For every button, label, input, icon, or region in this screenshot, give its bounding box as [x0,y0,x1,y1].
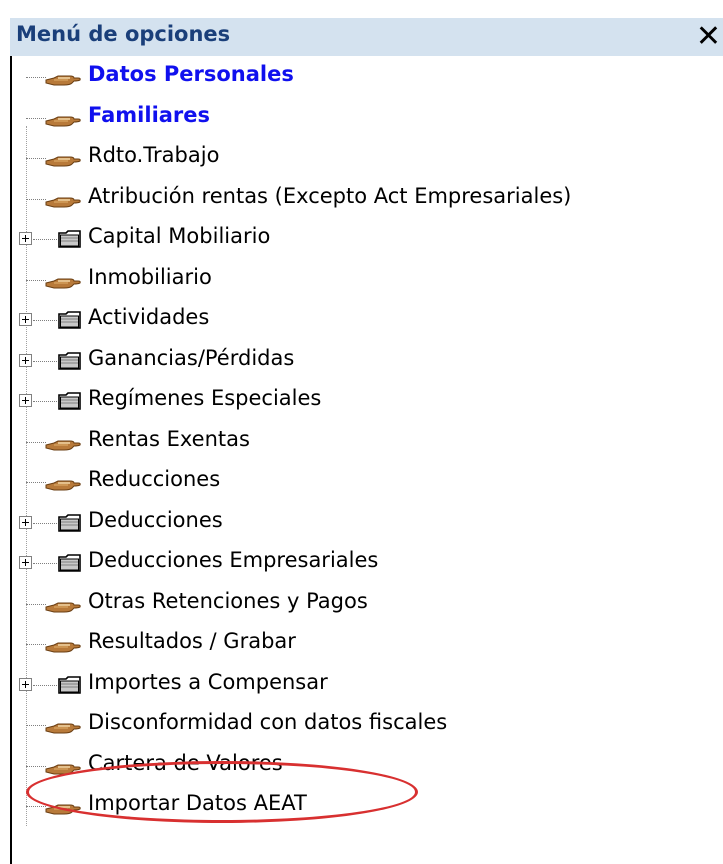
options-menu-panel: Menú de opciones ✕ Datos Personales Fami… [0,0,723,864]
expand-toggle-icon[interactable] [19,232,32,245]
hand-pointer-icon [44,638,82,654]
tree-item-deducciones[interactable]: Deducciones [12,506,712,540]
hand-pointer-icon [44,598,82,614]
folder-icon [58,513,82,533]
tree-item-label: Disconformidad con datos fiscales [88,710,448,734]
expand-toggle-icon[interactable] [19,313,32,326]
tree-item-label: Rentas Exentas [88,426,250,451]
tree-connector [33,320,57,321]
hand-pointer-icon [44,719,82,735]
tree-connector [33,360,57,362]
tree-item-otras-retenciones-y-pagos[interactable]: Otras Retenciones y Pagos [12,587,712,621]
tree-connector [33,684,57,686]
tree-connector [26,198,46,200]
tree-item-importes-a-compensar[interactable]: Importes a Compensar [12,668,712,702]
expand-toggle-icon[interactable] [19,353,32,367]
tree-connector [33,563,57,564]
expand-toggle-icon[interactable] [19,556,32,569]
tree-item-label: Actividades [88,305,210,329]
folder-icon [58,391,82,411]
expand-toggle-icon[interactable] [19,677,32,691]
panel-title-bar: Menú de opciones ✕ [10,18,723,56]
tree-item-label: Inmobiliario [88,264,212,289]
tree-item-regímenes-especiales[interactable]: Regímenes Especiales [12,384,712,418]
tree-item-label: Atribución rentas (Excepto Act Empresari… [88,183,572,208]
hand-pointer-icon [44,71,82,87]
tree-item-label: Importes a Compensar [88,669,328,694]
tree-connector [26,644,46,645]
expand-toggle-icon[interactable] [19,394,32,407]
tree-connector [26,603,46,605]
tree-item-rdto-trabajo[interactable]: Rdto.Trabajo [12,141,712,175]
tree-connector [26,279,46,281]
tree-item-actividades[interactable]: Actividades [12,303,712,337]
options-tree: Datos Personales Familiares Rdto.Trabajo… [10,56,723,864]
folder-icon [58,229,82,249]
tree-item-ganancias-pérdidas[interactable]: Ganancias/Pérdidas [12,344,712,378]
tree-item-disconformidad-con-datos-fiscales[interactable]: Disconformidad con datos fiscales [12,708,712,742]
hand-pointer-icon [44,193,82,209]
tree-connector [26,765,46,767]
tree-connector [26,725,46,726]
tree-item-label: Rdto.Trabajo [88,143,220,167]
hand-pointer-icon [44,476,82,492]
tree-item-label: Resultados / Grabar [88,629,296,653]
tree-item-label: Otras Retenciones y Pagos [88,588,368,613]
tree-item-label: Reducciones [88,467,221,491]
tree-connector [26,158,46,159]
folder-icon [58,310,82,330]
tree-connector [26,117,46,119]
tree-item-reducciones[interactable]: Reducciones [12,465,712,499]
tree-connector [33,239,57,240]
hand-pointer-icon [44,436,82,452]
tree-connector [26,77,46,78]
tree-item-resultados-grabar[interactable]: Resultados / Grabar [12,627,712,661]
folder-icon [58,553,82,573]
tree-item-label: Regímenes Especiales [88,386,322,410]
panel-title: Menú de opciones [16,22,231,46]
tree-item-rentas-exentas[interactable]: Rentas Exentas [12,425,712,459]
folder-icon [58,675,82,695]
highlight-oval [26,761,418,823]
tree-item-capital-mobiliario[interactable]: Capital Mobiliario [12,222,712,256]
tree-item-label: Familiares [88,102,211,127]
close-icon[interactable]: ✕ [696,18,721,56]
tree-connector [33,522,57,524]
hand-pointer-icon [44,274,82,290]
tree-item-label: Ganancias/Pérdidas [88,345,295,370]
tree-connector [26,441,46,443]
tree-item-label: Datos Personales [88,62,294,86]
tree-connector [26,806,46,807]
tree-item-deducciones-empresariales[interactable]: Deducciones Empresariales [12,546,712,580]
tree-item-atribución-rentas-excepto-act-empresariales[interactable]: Atribución rentas (Excepto Act Empresari… [12,182,712,216]
tree-item-label: Deducciones [88,507,223,532]
tree-item-familiares[interactable]: Familiares [12,101,712,135]
tree-item-label: Capital Mobiliario [88,224,271,248]
hand-pointer-icon [44,112,82,128]
expand-toggle-icon[interactable] [19,515,32,529]
tree-connector [26,482,46,483]
tree-item-datos-personales[interactable]: Datos Personales [12,60,712,94]
tree-item-label: Deducciones Empresariales [88,548,379,572]
tree-item-inmobiliario[interactable]: Inmobiliario [12,263,712,297]
hand-pointer-icon [44,152,82,168]
tree-connector [33,401,57,402]
folder-icon [58,351,82,371]
